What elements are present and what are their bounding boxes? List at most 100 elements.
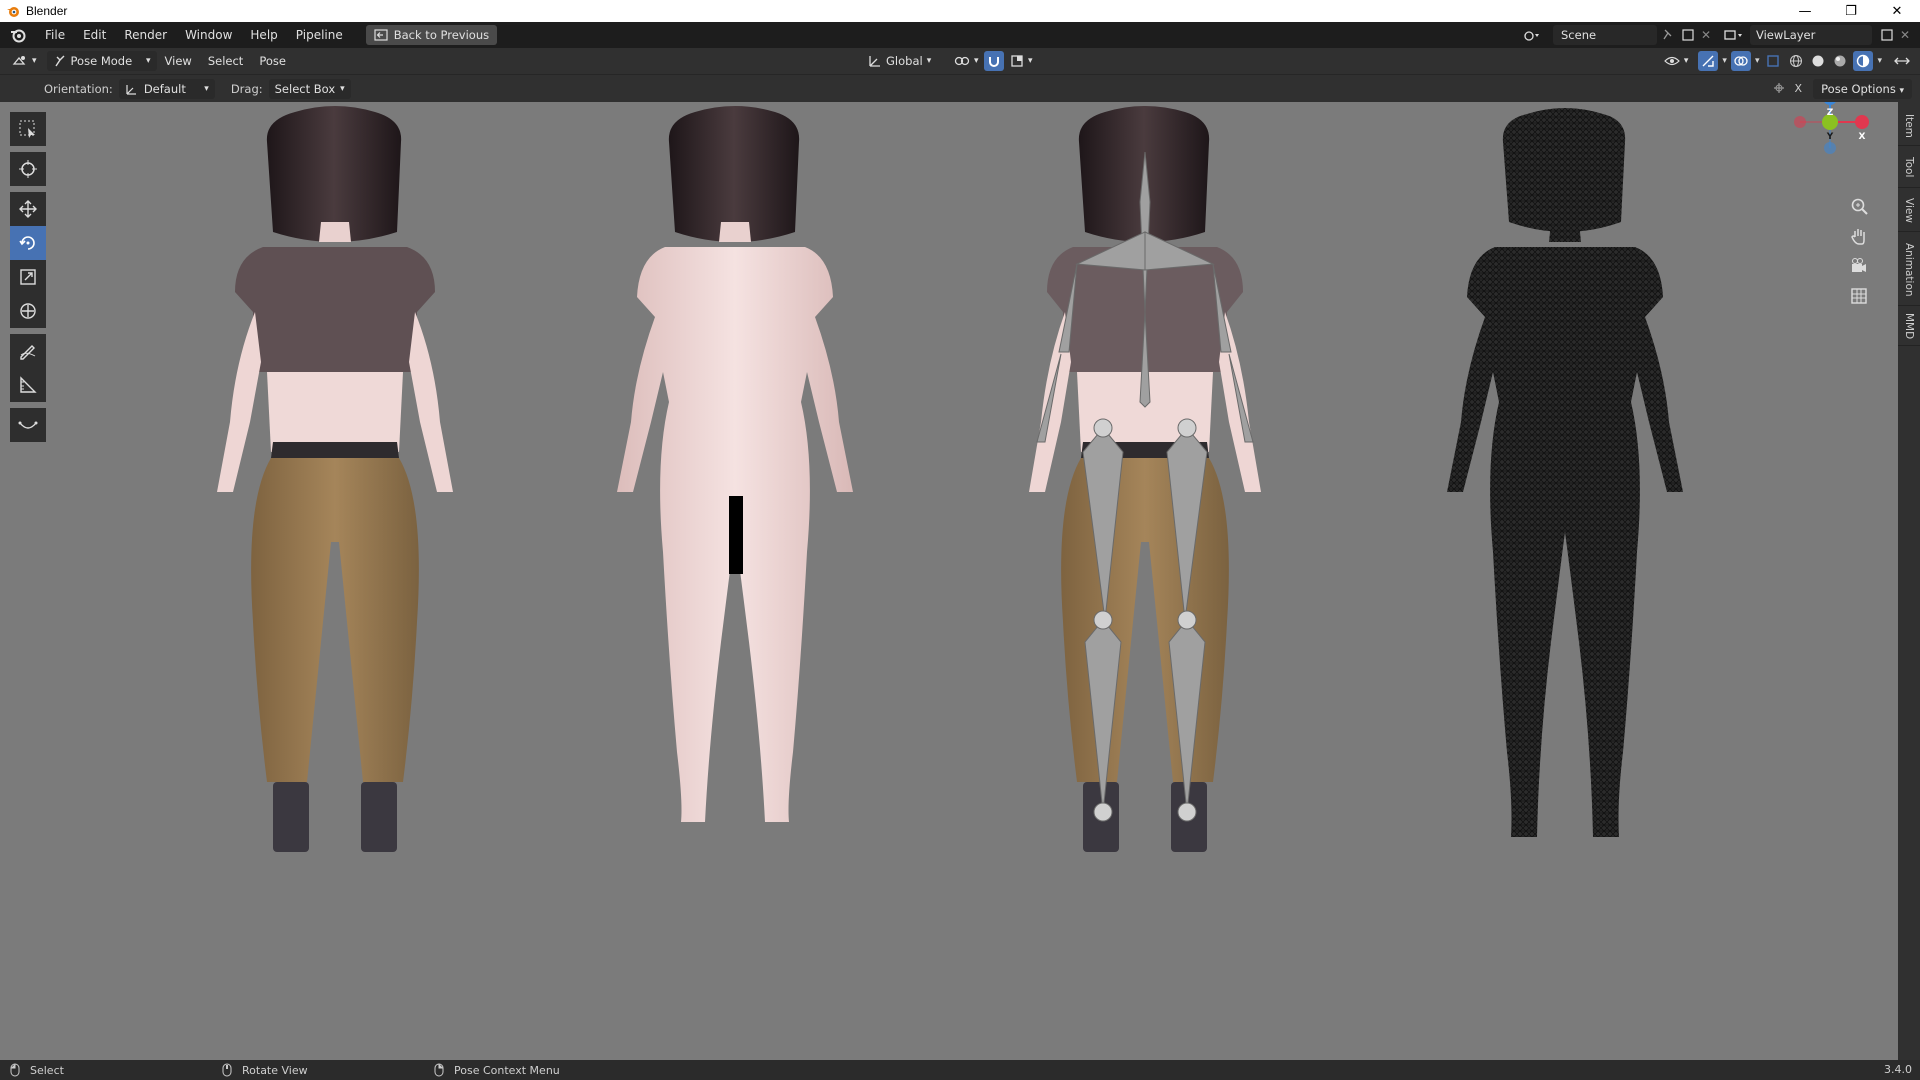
scale-tool[interactable] (10, 260, 46, 294)
shading-wireframe[interactable] (1787, 51, 1805, 71)
perspective-toggle-button[interactable] (1846, 284, 1872, 308)
header-menu-view[interactable]: View (157, 54, 200, 68)
status-context-menu-label: Pose Context Menu (454, 1063, 560, 1077)
censor-bar (729, 496, 743, 574)
xray-toggle[interactable] (1763, 51, 1783, 71)
transform-tool[interactable] (10, 294, 46, 328)
new-view-layer-icon[interactable] (1880, 28, 1894, 42)
scene-name-field[interactable]: Scene (1553, 25, 1657, 45)
rotate-tool[interactable] (10, 226, 46, 260)
transform-orientation-selector[interactable]: Global ▾ (862, 51, 937, 71)
tab-item[interactable]: Item (1898, 106, 1920, 146)
shading-solid[interactable] (1809, 51, 1827, 71)
cursor-tool[interactable] (10, 152, 46, 186)
character-wireframe[interactable] (1447, 108, 1683, 837)
orientation-axes-icon (126, 84, 136, 95)
view-layer-selector[interactable]: ViewLayer ✕ (1722, 25, 1920, 45)
menu-edit[interactable]: Edit (74, 22, 115, 48)
sidebar-tabs: Item Tool View Animation MMD (1898, 102, 1920, 1060)
tab-view[interactable]: View (1898, 190, 1920, 232)
magnet-icon (989, 57, 999, 67)
restore-icon[interactable]: ❐ (1828, 0, 1874, 22)
delete-scene-icon[interactable]: ✕ (1701, 28, 1711, 42)
shading-material[interactable] (1831, 51, 1849, 71)
snap-settings-icon[interactable] (1772, 81, 1786, 95)
3d-viewport[interactable]: Z Y X (0, 102, 1898, 1060)
pose-options-label: Pose Options (1821, 82, 1896, 96)
status-rotate-view: Rotate View (222, 1063, 308, 1077)
overlays-icon (1734, 56, 1748, 66)
tab-mmd[interactable]: MMD (1898, 308, 1920, 346)
view-layer-icon (1724, 30, 1742, 40)
scene-canvas[interactable] (0, 102, 1898, 1060)
pin-icon[interactable] (1661, 28, 1675, 42)
back-to-previous-label: Back to Previous (393, 28, 490, 42)
tool-shelf (10, 112, 46, 442)
menu-pipeline[interactable]: Pipeline (287, 22, 352, 48)
eye-icon (1664, 56, 1680, 66)
annotate-icon (20, 345, 36, 360)
pan-button[interactable] (1846, 224, 1872, 248)
camera-icon (1852, 258, 1866, 272)
mirror-x-icon[interactable]: X (1794, 82, 1802, 95)
version-label: 3.4.0 (1884, 1063, 1912, 1076)
tool-settings-bar: Orientation: Default ▾ Drag: Select Box … (0, 74, 1920, 102)
rendered-shading-icon (1857, 54, 1870, 68)
snap-target-selector[interactable]: ▾ (1004, 51, 1039, 71)
zoom-button[interactable] (1846, 194, 1872, 218)
mouse-middle-icon (222, 1063, 232, 1077)
back-to-previous-button[interactable]: Back to Previous (365, 25, 498, 45)
sidebar-toggle[interactable] (1892, 51, 1912, 71)
delete-view-layer-icon[interactable]: ✕ (1900, 28, 1910, 42)
move-tool[interactable] (10, 192, 46, 226)
visibility-selector[interactable]: ▾ (1658, 51, 1695, 71)
gizmo-icon (1702, 55, 1715, 67)
menu-help[interactable]: Help (241, 22, 286, 48)
drag-field-label: Drag: (230, 81, 263, 96)
scene-selector[interactable]: Scene ✕ (1523, 25, 1713, 45)
move-icon (19, 200, 37, 218)
gizmos-toggle[interactable] (1698, 51, 1719, 71)
mode-label: Pose Mode (70, 54, 133, 68)
orientation-label: Global (886, 54, 923, 68)
menu-render[interactable]: Render (115, 22, 176, 48)
mode-selector[interactable]: Pose Mode ▾ (46, 51, 157, 71)
transform-icon (20, 303, 36, 319)
view-layer-name-field[interactable]: ViewLayer (1750, 25, 1872, 45)
blender-menu-icon[interactable] (8, 25, 28, 45)
character-base-body[interactable] (617, 106, 853, 822)
select-box-tool[interactable] (10, 112, 46, 146)
camera-view-button[interactable] (1846, 254, 1872, 278)
minimize-icon[interactable]: — (1782, 0, 1828, 22)
pivot-point-selector[interactable]: ▾ (948, 51, 985, 71)
character-clothed[interactable] (217, 106, 453, 852)
header-menu-select[interactable]: Select (200, 54, 251, 68)
tab-animation[interactable]: Animation (1898, 234, 1920, 306)
drag-dropdown[interactable]: Select Box ▾ (268, 78, 351, 99)
annotate-tool[interactable] (10, 334, 46, 368)
menu-file[interactable]: File (36, 22, 74, 48)
rotate-icon (19, 236, 35, 250)
bone-envelope-tool[interactable] (10, 408, 46, 442)
character-with-armature[interactable] (1029, 106, 1261, 852)
pose-mode-icon (54, 55, 65, 67)
close-icon[interactable]: ✕ (1874, 0, 1920, 22)
gizmo-x-label: X (1858, 132, 1866, 142)
pivot-icon (954, 56, 970, 66)
measure-tool[interactable] (10, 368, 46, 402)
shading-rendered[interactable] (1853, 51, 1874, 71)
new-scene-icon[interactable] (1681, 28, 1695, 42)
orientation-dropdown[interactable]: Default ▾ (118, 78, 215, 99)
menu-window[interactable]: Window (176, 22, 241, 48)
tab-tool[interactable]: Tool (1898, 148, 1920, 188)
scene-icon (1524, 31, 1539, 41)
wireframe-shading-icon (1790, 55, 1803, 67)
header-menu-pose[interactable]: Pose (251, 54, 294, 68)
3d-viewport-icon (12, 56, 26, 65)
pose-options-dropdown[interactable]: Pose Options ▾ (1813, 79, 1912, 99)
snap-toggle[interactable] (984, 51, 1004, 71)
editor-type-selector[interactable]: ▾ (6, 51, 43, 71)
gizmo-z-label: Z (1826, 108, 1834, 118)
overlays-toggle[interactable] (1730, 51, 1751, 71)
xray-icon (1767, 55, 1780, 67)
